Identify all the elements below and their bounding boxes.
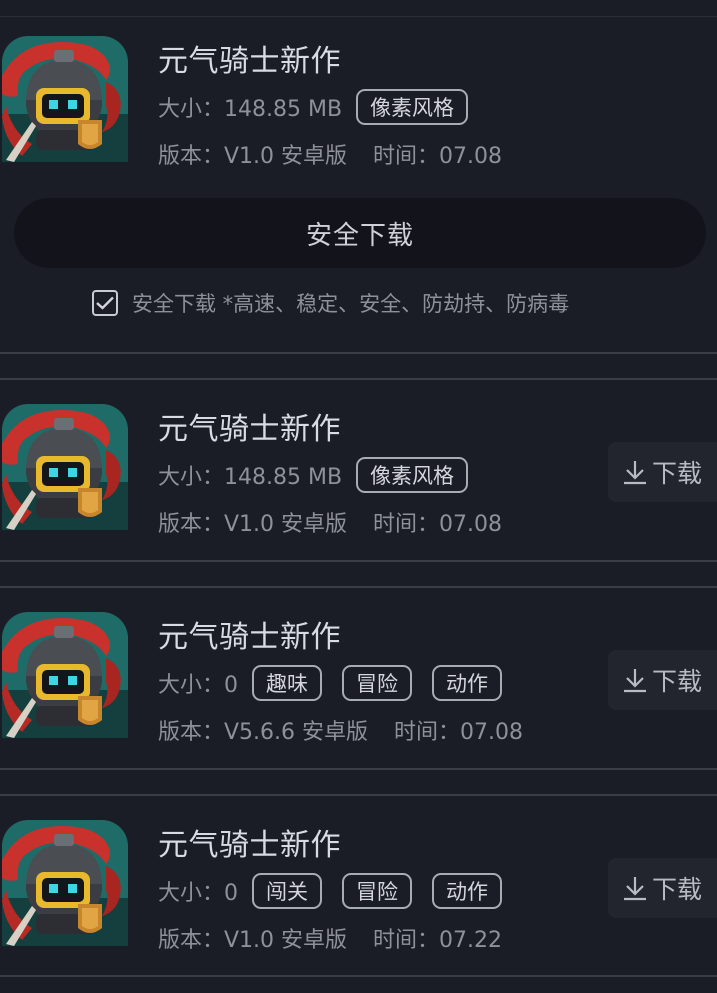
app-size: 大小：148.85 MB [158, 465, 343, 490]
app-meta-row: 大小：148.85 MB 像素风格 [158, 88, 488, 126]
app-update-time: 时间：07.08 [394, 720, 524, 745]
download-label: 下载 [652, 459, 703, 488]
app-update-time: 时间：07.08 [373, 512, 503, 537]
app-tag[interactable]: 像素风格 [356, 457, 469, 493]
app-meta-row: 大小：148.85 MB 像素风格 [158, 456, 488, 494]
check-icon [96, 296, 114, 310]
app-icon[interactable] [2, 612, 128, 738]
download-label: 下载 [652, 875, 703, 904]
app-version: 版本：V5.6.6 安卓版 [158, 720, 369, 745]
download-icon [624, 461, 646, 485]
download-label: 下载 [652, 667, 703, 696]
app-icon[interactable] [2, 404, 128, 530]
safe-download-note: 安全下载 *高速、稳定、安全、防劫持、防病毒 [132, 292, 570, 316]
section-divider [0, 352, 717, 354]
app-icon[interactable] [2, 820, 128, 946]
download-button[interactable]: 下载 [608, 858, 717, 918]
app-tag[interactable]: 冒险 [342, 873, 412, 909]
app-version: 版本：V1.0 安卓版 [158, 144, 348, 169]
safe-download-checkbox[interactable] [92, 290, 118, 316]
app-tag[interactable]: 动作 [432, 873, 502, 909]
app-list-page: 元气骑士新作 大小：148.85 MB 像素风格 版本：V1.0 安卓版 时间：0… [0, 0, 717, 993]
item-divider [0, 794, 717, 796]
app-title: 元气骑士新作 [158, 828, 341, 863]
app-title: 元气骑士新作 [158, 44, 341, 79]
item-divider [0, 975, 717, 977]
download-button[interactable]: 下载 [608, 650, 717, 710]
app-version-row: 版本：V1.0 安卓版 时间：07.08 [158, 138, 502, 170]
app-version: 版本：V1.0 安卓版 [158, 928, 348, 953]
app-meta-row: 大小：0 闯关 冒险 动作 [158, 872, 522, 910]
featured-app-card[interactable]: 元气骑士新作 大小：148.85 MB 像素风格 版本：V1.0 安卓版 时间：0… [0, 36, 717, 206]
app-tag[interactable]: 冒险 [342, 665, 412, 701]
app-list-item[interactable]: 元气骑士新作 大小：0 趣味 冒险 动作 版本：V5.6.6 安卓版 时间：07.… [0, 612, 717, 782]
top-divider [0, 16, 717, 17]
app-meta-row: 大小：0 趣味 冒险 动作 [158, 664, 522, 702]
safe-download-option[interactable]: 安全下载 *高速、稳定、安全、防劫持、防病毒 [92, 288, 569, 318]
item-divider [0, 768, 717, 770]
app-version-row: 版本：V5.6.6 安卓版 时间：07.08 [158, 714, 523, 746]
app-title: 元气骑士新作 [158, 412, 341, 447]
app-version: 版本：V1.0 安卓版 [158, 512, 348, 537]
download-button[interactable]: 下载 [608, 442, 717, 502]
app-icon[interactable] [2, 36, 128, 162]
app-title: 元气骑士新作 [158, 620, 341, 655]
app-size: 大小：0 [158, 881, 238, 906]
app-tag[interactable]: 闯关 [252, 873, 322, 909]
download-icon [624, 877, 646, 901]
app-tag[interactable]: 趣味 [252, 665, 322, 701]
app-list-item[interactable]: 元气骑士新作 大小：148.85 MB 像素风格 版本：V1.0 安卓版 时间：0… [0, 404, 717, 574]
item-divider [0, 560, 717, 562]
app-size: 大小：148.85 MB [158, 97, 343, 122]
app-version-row: 版本：V1.0 安卓版 时间：07.08 [158, 506, 502, 538]
app-tag[interactable]: 像素风格 [356, 89, 469, 125]
app-update-time: 时间：07.22 [373, 928, 503, 953]
app-version-row: 版本：V1.0 安卓版 时间：07.22 [158, 922, 502, 954]
app-list-item[interactable]: 元气骑士新作 大小：0 闯关 冒险 动作 版本：V1.0 安卓版 时间：07.22… [0, 820, 717, 990]
app-update-time: 时间：07.08 [373, 144, 503, 169]
section-divider [0, 378, 717, 380]
item-divider [0, 586, 717, 588]
download-icon [624, 669, 646, 693]
safe-download-button[interactable]: 安全下载 [14, 198, 706, 268]
app-size: 大小：0 [158, 673, 238, 698]
app-tag[interactable]: 动作 [432, 665, 502, 701]
